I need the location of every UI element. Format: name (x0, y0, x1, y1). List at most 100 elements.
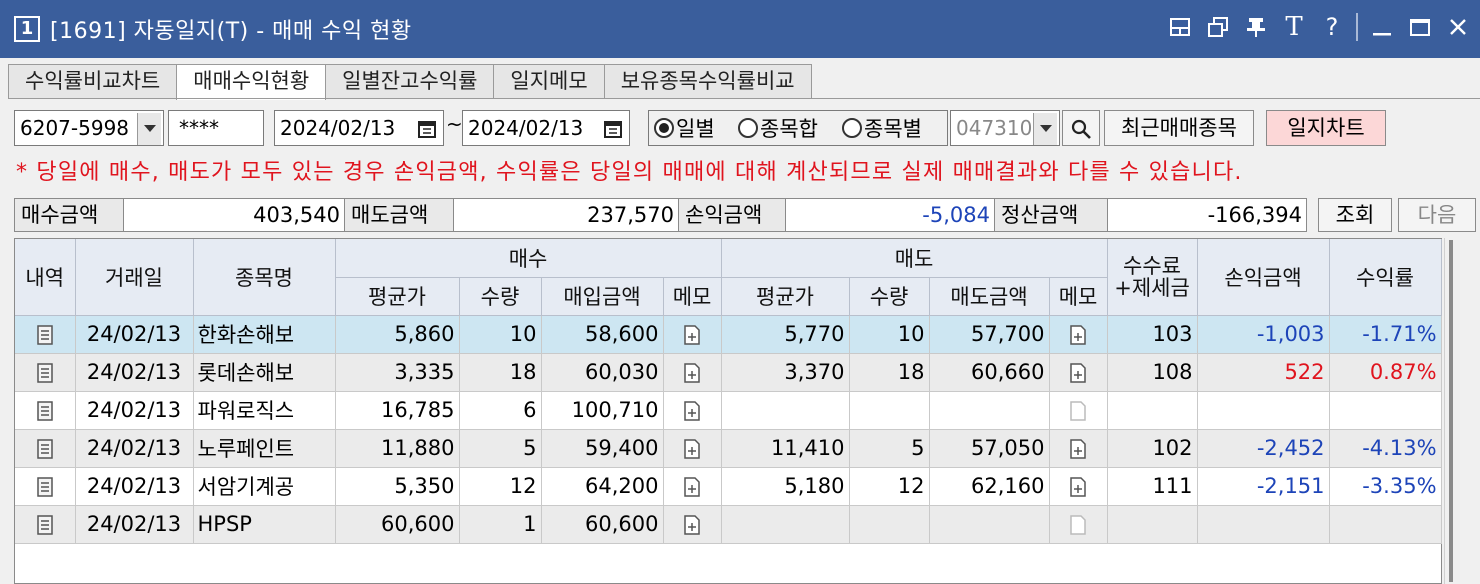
date-from-field[interactable]: 2024/02/13 (274, 110, 444, 146)
close-icon[interactable] (1444, 12, 1472, 42)
tab-holdings-return-compare[interactable]: 보유종목수익률비교 (603, 64, 812, 98)
memo-icon[interactable] (1049, 429, 1108, 468)
tab-daily-balance-return[interactable]: 일별잔고수익률 (325, 64, 495, 98)
header-profit-loss[interactable]: 손익금액 (1197, 239, 1330, 316)
stock-code-select[interactable]: 047310 (950, 110, 1060, 146)
detail-icon[interactable] (15, 391, 76, 430)
help-icon[interactable]: ? (1318, 12, 1346, 42)
detail-icon[interactable] (15, 467, 76, 506)
journal-chart-button[interactable]: 일지차트 (1266, 110, 1386, 146)
cell-profit-loss (1197, 391, 1330, 430)
date-to-field[interactable]: 2024/02/13 (462, 110, 630, 146)
cell-sell-qty: 12 (849, 467, 930, 506)
cell-return-rate: 0.87% (1329, 353, 1442, 392)
memo-icon[interactable] (1049, 315, 1108, 354)
search-icon[interactable] (1062, 110, 1100, 146)
cell-stock-name: 파워로직스 (193, 391, 336, 430)
cell-date: 24/02/13 (75, 315, 194, 354)
header-buy-memo[interactable]: 메모 (663, 277, 722, 316)
header-buy-qty[interactable]: 수량 (459, 277, 542, 316)
date-from-value: 2024/02/13 (280, 116, 396, 140)
title-bar: 1 [1691] 자동일지(T) - 매매 수익 현황 T ? (0, 0, 1480, 58)
header-buy-amount[interactable]: 매입금액 (541, 277, 664, 316)
detail-icon[interactable] (15, 353, 76, 392)
pin-icon[interactable] (1242, 12, 1270, 42)
memo-icon[interactable] (1049, 505, 1108, 544)
minimize-icon[interactable] (1368, 12, 1396, 42)
memo-icon[interactable] (663, 315, 722, 354)
cell-stock-name: 한화손해보 (193, 315, 336, 354)
password-field[interactable]: **** (168, 110, 264, 146)
radio-by-stock[interactable]: 종목별 (842, 113, 922, 143)
cell-fee: 111 (1107, 467, 1198, 506)
cell-buy-amount: 100,710 (541, 391, 664, 430)
memo-icon[interactable] (1049, 391, 1108, 430)
chevron-down-icon[interactable] (137, 113, 161, 145)
radio-daily-dot (654, 118, 674, 138)
next-button[interactable]: 다음 (1398, 198, 1476, 232)
memo-icon[interactable] (663, 505, 722, 544)
font-icon[interactable]: T (1280, 12, 1308, 42)
vertical-scrollbar[interactable] (1444, 238, 1480, 584)
header-sell-group: 매도 (721, 239, 1108, 278)
header-sell-qty[interactable]: 수량 (849, 277, 930, 316)
cell-buy-qty: 6 (459, 391, 542, 430)
table-row[interactable]: 24/02/13 서암기계공 5,350 12 64,200 5,180 12 62,160 1… (15, 467, 1442, 506)
table-row[interactable]: 24/02/13 노루페인트 11,880 5 59,400 11,410 5 57,050 1… (15, 429, 1442, 468)
header-date[interactable]: 거래일 (75, 239, 194, 316)
radio-daily[interactable]: 일별 (654, 113, 715, 143)
table-row[interactable]: 24/02/13 HPSP 60,600 1 60,600 (15, 505, 1442, 544)
table-row[interactable]: 24/02/13 롯데손해보 3,335 18 60,030 3,370 18 60,660 1… (15, 353, 1442, 392)
calendar-icon[interactable] (599, 113, 627, 145)
header-sell-amount[interactable]: 매도금액 (929, 277, 1050, 316)
summary-bar: 매수금액 403,540 매도금액 237,570 손익금액 -5,084 정산… (14, 198, 1480, 232)
header-sell-memo[interactable]: 메모 (1049, 277, 1108, 316)
cell-stock-name: 노루페인트 (193, 429, 336, 468)
detail-icon[interactable] (15, 429, 76, 468)
table-row[interactable]: 24/02/13 파워로직스 16,785 6 100,710 (15, 391, 1442, 430)
cell-buy-qty: 18 (459, 353, 542, 392)
chevron-down-icon[interactable] (1033, 113, 1057, 145)
scrollbar-track (1449, 240, 1453, 582)
header-fee-tax[interactable]: 수수료 +제세금 (1107, 239, 1198, 316)
cell-buy-avg: 16,785 (335, 391, 460, 430)
header-fee-line1: 수수료 (1123, 253, 1182, 278)
cell-profit-loss: -1,003 (1197, 315, 1330, 354)
header-detail[interactable]: 내역 (15, 239, 76, 316)
memo-icon[interactable] (663, 391, 722, 430)
radio-stock-sum[interactable]: 종목합 (738, 113, 818, 143)
radio-daily-label: 일별 (676, 117, 715, 141)
cell-return-rate: -3.35% (1329, 467, 1442, 506)
query-button[interactable]: 조회 (1318, 198, 1392, 232)
memo-icon[interactable] (663, 467, 722, 506)
detail-icon[interactable] (15, 315, 76, 354)
header-stock-name[interactable]: 종목명 (193, 239, 336, 316)
restore-window-icon[interactable] (1204, 12, 1232, 42)
recent-trades-button[interactable]: 최근매매종목 (1104, 110, 1254, 146)
header-buy-avg[interactable]: 평균가 (335, 277, 460, 316)
memo-icon[interactable] (663, 353, 722, 392)
maximize-icon[interactable] (1406, 12, 1434, 42)
cell-sell-qty: 18 (849, 353, 930, 392)
cell-sell-avg (721, 505, 850, 544)
memo-icon[interactable] (663, 429, 722, 468)
tab-trade-profit-status[interactable]: 매매수익현황 (176, 64, 327, 100)
header-sell-avg[interactable]: 평균가 (721, 277, 850, 316)
buy-amount-label: 매수금액 (14, 198, 124, 232)
calendar-icon[interactable] (413, 113, 441, 145)
cell-fee: 108 (1107, 353, 1198, 392)
table-row[interactable]: 24/02/13 한화손해보 5,860 10 58,600 5,770 10 57,700 1… (15, 315, 1442, 354)
cell-sell-amount (929, 505, 1050, 544)
layout-icon[interactable] (1166, 12, 1194, 42)
memo-icon[interactable] (1049, 467, 1108, 506)
header-return-rate[interactable]: 수익률 (1329, 239, 1442, 316)
cell-sell-amount: 62,160 (929, 467, 1050, 506)
stock-code-value: 047310 (956, 116, 1033, 140)
memo-icon[interactable] (1049, 353, 1108, 392)
account-select[interactable]: 6207-5998 (14, 110, 164, 146)
cell-date: 24/02/13 (75, 429, 194, 468)
detail-icon[interactable] (15, 505, 76, 544)
tab-journal-memo[interactable]: 일지메모 (493, 64, 605, 98)
cell-date: 24/02/13 (75, 391, 194, 430)
tab-return-compare-chart[interactable]: 수익률비교차트 (8, 64, 178, 98)
